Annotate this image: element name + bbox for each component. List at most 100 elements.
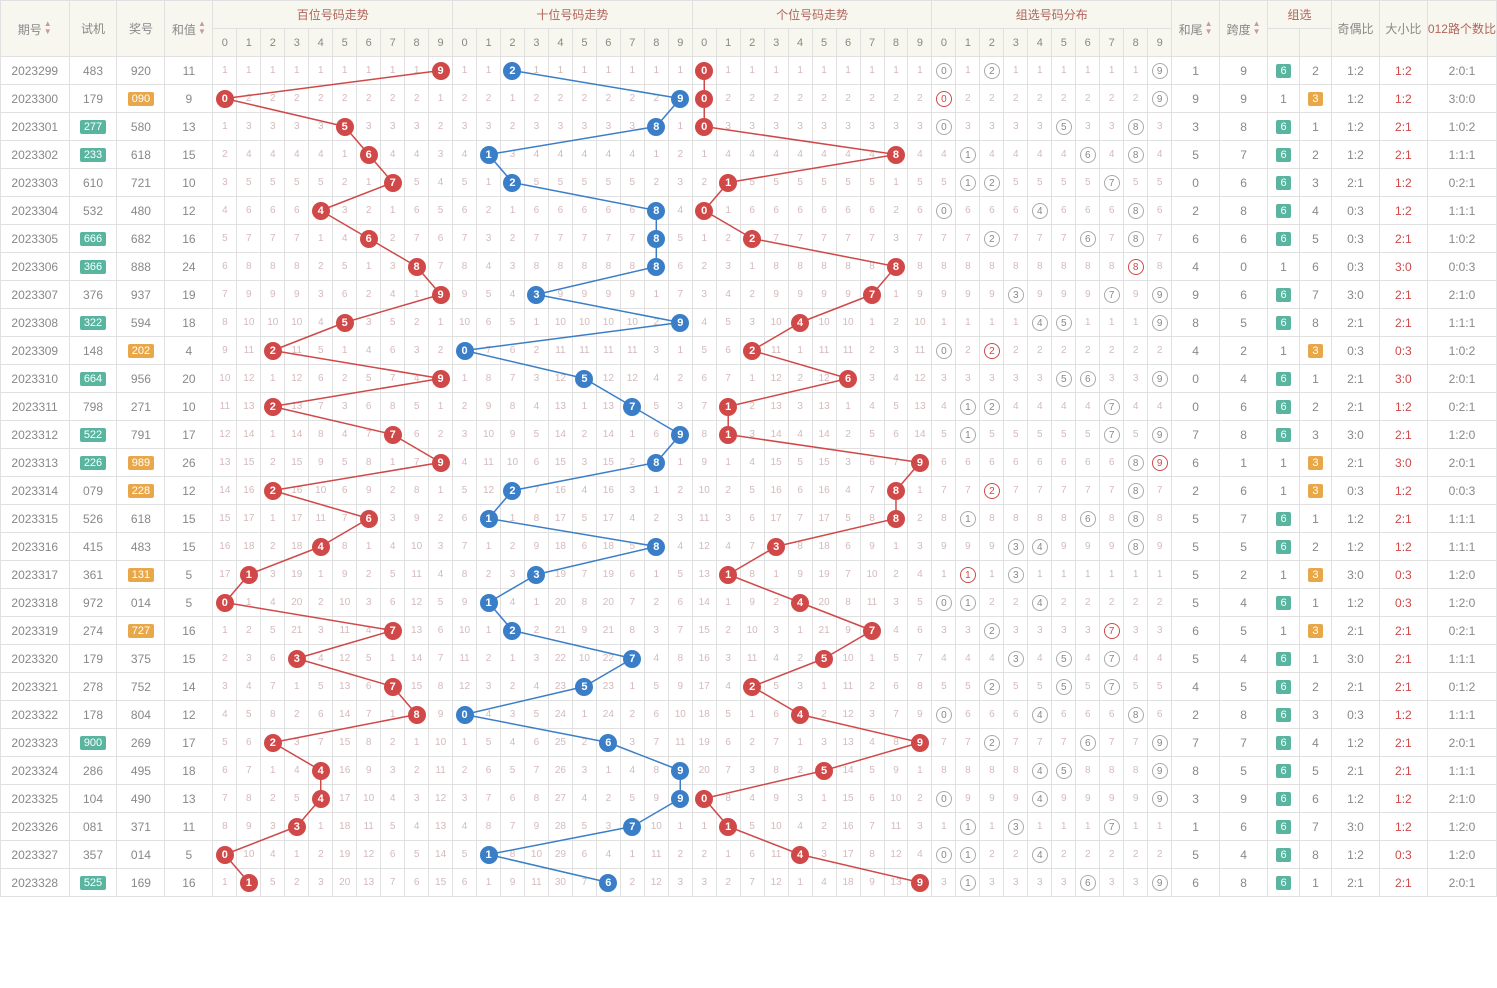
trend-cell: 1 xyxy=(788,57,812,85)
cell-tail: 5 xyxy=(1172,533,1220,561)
hundreds-ball: 8 xyxy=(408,706,426,724)
trend-cell: 7 xyxy=(501,813,525,841)
cell-prize: 956 xyxy=(117,365,165,393)
trend-cell: 6 xyxy=(596,197,620,225)
trend-cell: 11 xyxy=(836,673,860,701)
trend-cell: 1 xyxy=(740,365,764,393)
trend-cell: 6 xyxy=(740,505,764,533)
group-cell: 7 xyxy=(1100,617,1124,645)
group-cell: 7 xyxy=(1004,477,1028,505)
trend-cell: 2 xyxy=(261,785,285,813)
th-r012[interactable]: 012路个数比 xyxy=(1427,1,1496,57)
trend-cell: 2 xyxy=(501,113,525,141)
trend-cell: 1 xyxy=(381,701,405,729)
ones-ball: 1 xyxy=(719,426,737,444)
group-digit-circle: 6 xyxy=(1080,147,1096,163)
ones-ball: 0 xyxy=(695,90,713,108)
trend-cell: 4 xyxy=(261,589,285,617)
trend-cell: 5 xyxy=(812,757,836,785)
trend-cell: 6 xyxy=(501,337,525,365)
group-cell: 9 xyxy=(1100,785,1124,813)
group-cell: 6 xyxy=(956,449,980,477)
th-test[interactable]: 试机 xyxy=(69,1,117,57)
trend-cell: 2 xyxy=(333,85,357,113)
trend-cell: 1 xyxy=(788,337,812,365)
trend-cell: 1 xyxy=(477,505,501,533)
trend-cell: 2 xyxy=(524,337,548,365)
digit-header-2-8: 8 xyxy=(884,29,908,57)
cell-tail: 7 xyxy=(1172,729,1220,757)
table-row: 2023307376937197999362419954399991734299… xyxy=(1,281,1497,309)
cell-r012: 2:1:0 xyxy=(1427,785,1496,813)
digit-header-2-1: 1 xyxy=(716,29,740,57)
trend-cell: 4 xyxy=(477,701,501,729)
trend-cell: 1 xyxy=(381,57,405,85)
group-cell: 1 xyxy=(1028,561,1052,589)
trend-cell: 8 xyxy=(333,533,357,561)
cell-bs: 2:1 xyxy=(1379,505,1427,533)
group-cell: 2 xyxy=(980,589,1004,617)
group-digit-circle: 2 xyxy=(984,343,1000,359)
trend-cell: 1 xyxy=(716,449,740,477)
trend-cell: 15 xyxy=(836,785,860,813)
trend-cell: 11 xyxy=(309,505,333,533)
tens-ball: 6 xyxy=(599,734,617,752)
cell-zuxuan-count: 3 xyxy=(1300,701,1332,729)
hundreds-ball: 2 xyxy=(264,482,282,500)
group-cell: 9 xyxy=(1148,785,1172,813)
trend-cell: 1 xyxy=(716,589,740,617)
digit-header-0-3: 3 xyxy=(285,29,309,57)
trend-cell: 9 xyxy=(333,561,357,589)
trend-cell: 1 xyxy=(357,253,381,281)
trend-cell: 7 xyxy=(836,561,860,589)
group-cell: 1 xyxy=(1052,813,1076,841)
cell-zuxuan-type: 6 xyxy=(1268,421,1300,449)
cell-period: 2023299 xyxy=(1,57,70,85)
trend-cell: 4 xyxy=(261,141,285,169)
ones-ball: 1 xyxy=(719,818,737,836)
trend-cell: 7 xyxy=(477,785,501,813)
trend-cell: 10 xyxy=(644,813,668,841)
trend-cell: 2 xyxy=(453,757,477,785)
trend-cell: 3 xyxy=(908,533,932,561)
trend-cell: 8 xyxy=(644,533,668,561)
group-cell: 9 xyxy=(1100,533,1124,561)
th-span[interactable]: 跨度▲▼ xyxy=(1220,1,1268,57)
trend-cell: 9 xyxy=(429,57,453,85)
th-prize[interactable]: 奖号 xyxy=(117,1,165,57)
trend-cell: 5 xyxy=(860,421,884,449)
group-cell: 2 xyxy=(1052,85,1076,113)
trend-cell: 16 xyxy=(333,757,357,785)
cell-period: 2023315 xyxy=(1,505,70,533)
trend-cell: 9 xyxy=(764,785,788,813)
trend-cell: 11 xyxy=(285,337,309,365)
th-sum[interactable]: 和值▲▼ xyxy=(165,1,213,57)
cell-r012: 1:2:0 xyxy=(1427,589,1496,617)
trend-cell: 5 xyxy=(668,225,692,253)
group-cell: 7 xyxy=(1052,477,1076,505)
trend-cell: 5 xyxy=(261,169,285,197)
hundreds-ball: 5 xyxy=(336,314,354,332)
trend-cell: 10 xyxy=(548,309,572,337)
th-period[interactable]: 期号▲▼ xyxy=(1,1,70,57)
trend-cell: 7 xyxy=(668,281,692,309)
trend-cell: 5 xyxy=(572,365,596,393)
cell-zuxuan-count: 6 xyxy=(1300,785,1332,813)
group-cell: 4 xyxy=(980,141,1004,169)
th-tail[interactable]: 和尾▲▼ xyxy=(1172,1,1220,57)
trend-cell: 2 xyxy=(357,85,381,113)
th-oe[interactable]: 奇偶比 xyxy=(1331,1,1379,57)
trend-cell: 2 xyxy=(333,365,357,393)
group-cell: 2 xyxy=(980,337,1004,365)
cell-bs: 0:3 xyxy=(1379,841,1427,869)
trend-cell: 4 xyxy=(381,533,405,561)
group-digit-circle: 2 xyxy=(984,399,1000,415)
trend-cell: 3 xyxy=(764,113,788,141)
trend-cell: 14 xyxy=(333,701,357,729)
trend-cell: 2 xyxy=(381,477,405,505)
cell-zuxuan-type: 6 xyxy=(1268,225,1300,253)
ones-ball: 7 xyxy=(863,622,881,640)
trend-cell: 6 xyxy=(309,365,333,393)
th-bs[interactable]: 大小比 xyxy=(1379,1,1427,57)
cell-bs: 1:2 xyxy=(1379,57,1427,85)
